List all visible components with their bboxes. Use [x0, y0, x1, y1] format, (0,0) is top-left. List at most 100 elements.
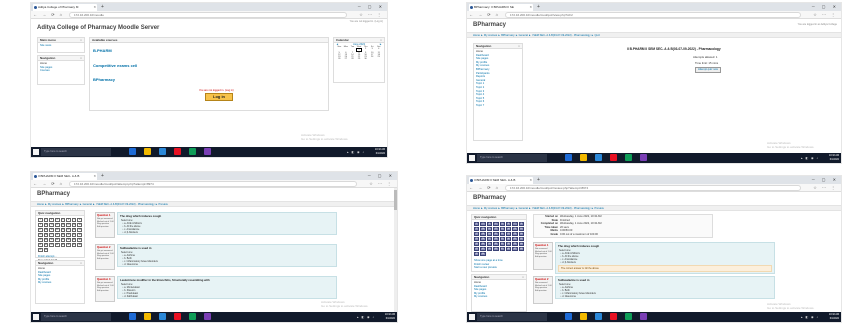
- question-nav-button[interactable]: 2: [43, 218, 49, 222]
- question-nav-button[interactable]: 30: [505, 237, 512, 241]
- question-nav-button[interactable]: 35: [49, 238, 54, 242]
- question-nav-button[interactable]: 3: [49, 218, 54, 222]
- login-status[interactable]: You are logged in as Aditya College: [798, 23, 837, 26]
- system-tray-icons[interactable]: ▴ ◧ ◉ ♪: [357, 315, 375, 319]
- question-nav-button[interactable]: 12: [54, 223, 60, 227]
- back-forward-refresh-icons[interactable]: ← → ⟳ ⌂: [469, 11, 500, 19]
- question-nav-button[interactable]: 13: [60, 223, 66, 227]
- question-nav-button[interactable]: 39: [71, 238, 77, 242]
- new-tab-icon[interactable]: +: [101, 172, 104, 180]
- taskbar-app-icon[interactable]: [204, 148, 211, 155]
- question-nav-button[interactable]: 17: [38, 228, 43, 232]
- login-status[interactable]: You are not logged in. (Log in): [350, 20, 383, 23]
- question-nav-button[interactable]: 37: [499, 242, 505, 246]
- browser-tab[interactable]: II BPHARM II SEM SEC- A & B ✕: [469, 177, 533, 184]
- question-nav-button[interactable]: 7: [71, 218, 77, 222]
- nav-item-courses[interactable]: Courses: [40, 69, 82, 73]
- question-nav-button[interactable]: 32: [77, 233, 82, 237]
- question-nav-button[interactable]: 46: [66, 243, 71, 247]
- question-nav-button[interactable]: 22: [505, 232, 512, 236]
- question-nav-button[interactable]: 8: [77, 218, 82, 222]
- taskbar-app-icon[interactable]: [159, 148, 166, 155]
- taskbar-app-icon[interactable]: [174, 313, 181, 320]
- course-link-competitive[interactable]: Competitive exams cell: [93, 63, 137, 68]
- taskbar-app-icon[interactable]: [144, 148, 151, 155]
- question-nav-button[interactable]: 14: [505, 227, 512, 231]
- question-nav-button[interactable]: 47: [512, 247, 518, 251]
- edit-question-link[interactable]: Edit question: [96, 290, 114, 293]
- question-nav-button[interactable]: 34: [480, 242, 486, 246]
- breadcrumb[interactable]: Home ► My courses ► BPharmacy ► General …: [467, 32, 841, 38]
- calendar-day[interactable]: 27: [343, 58, 350, 60]
- block-controls-icon[interactable]: ▫▫: [380, 38, 382, 42]
- block-controls-icon[interactable]: ▫▫: [80, 56, 82, 60]
- taskbar-clock[interactable]: 10:32 AM 6/1/2022: [375, 148, 385, 155]
- question-nav-button[interactable]: 35: [486, 242, 493, 246]
- taskbar-app-icon[interactable]: [580, 313, 587, 320]
- question-nav-button[interactable]: 39: [512, 242, 518, 246]
- taskbar-app-icon[interactable]: [640, 313, 647, 320]
- question-nav-button[interactable]: 40: [77, 238, 82, 242]
- taskbar-app-icon[interactable]: [189, 313, 196, 320]
- browser-tab[interactable]: BPharmacy: II BPHARM II SE ✕: [469, 4, 533, 11]
- window-controls[interactable]: ─ ▢ ✕: [358, 3, 385, 11]
- question-nav-button[interactable]: 9: [38, 223, 43, 227]
- question-nav-button[interactable]: 24: [77, 228, 82, 232]
- system-tray-icons[interactable]: ▴ ◧ ◉ ♪: [801, 315, 819, 319]
- edit-question-link[interactable]: Edit question: [96, 258, 114, 261]
- back-forward-refresh-icons[interactable]: ← → ⟳ ⌂: [33, 180, 64, 188]
- taskbar-clock[interactable]: 10:32 AM 6/1/2022: [829, 313, 839, 320]
- question-nav-button[interactable]: 11: [486, 227, 493, 231]
- taskbar-app-icon[interactable]: [159, 313, 166, 320]
- question-nav-button[interactable]: 28: [493, 237, 499, 241]
- question-nav-button[interactable]: 3: [486, 222, 493, 226]
- taskbar-app-icon[interactable]: [640, 154, 647, 161]
- question-nav-button[interactable]: 1: [38, 218, 43, 222]
- block-controls-icon[interactable]: ▫▫: [518, 44, 520, 48]
- question-nav-button[interactable]: 20: [54, 228, 60, 232]
- question-nav-button[interactable]: 4: [493, 222, 499, 226]
- block-controls-icon[interactable]: ▫▫: [80, 261, 82, 265]
- question-nav-button[interactable]: 36: [54, 238, 60, 242]
- question-nav-button[interactable]: 44: [54, 243, 60, 247]
- question-nav-button[interactable]: 48: [518, 247, 524, 251]
- new-tab-icon[interactable]: +: [537, 3, 540, 11]
- window-controls[interactable]: ─ ▢ ✕: [812, 3, 839, 11]
- toolbar-icons[interactable]: ☆ ⋯ ⋮: [813, 11, 837, 19]
- close-tab-icon[interactable]: ✕: [529, 177, 532, 184]
- window-controls[interactable]: ─ ▢ ✕: [368, 172, 395, 180]
- taskbar-app-icon[interactable]: [129, 313, 136, 320]
- question-nav-button[interactable]: 4: [54, 218, 60, 222]
- menu-item-site-news[interactable]: Site news: [40, 44, 82, 48]
- nav-item[interactable]: Topic 7: [476, 104, 520, 108]
- answer-option[interactable]: ○ d. Zafirlukast: [118, 295, 336, 298]
- question-nav-button[interactable]: 29: [60, 233, 66, 237]
- answer-option[interactable]: ○ d. β-blockers: [118, 231, 336, 234]
- back-forward-refresh-icons[interactable]: ← → ⟳ ⌂: [469, 184, 500, 192]
- taskbar-search[interactable]: Type here to search: [477, 154, 547, 162]
- question-nav-button[interactable]: 27: [49, 233, 54, 237]
- question-nav-button[interactable]: 31: [512, 237, 518, 241]
- breadcrumb[interactable]: Home ► My courses ► BPharmacy ► General …: [31, 201, 397, 207]
- system-tray-icons[interactable]: ▴ ◧ ◉ ♪: [347, 150, 365, 154]
- question-nav-button[interactable]: 36: [493, 242, 499, 246]
- question-nav-button[interactable]: 13: [499, 227, 505, 231]
- taskbar-app-icon[interactable]: [204, 313, 211, 320]
- edit-question-link[interactable]: Edit question: [534, 256, 552, 259]
- toolbar-icons[interactable]: ☆ ⋯ ⋮: [813, 184, 837, 192]
- question-nav-button[interactable]: 17: [474, 232, 480, 236]
- question-nav-button[interactable]: 43: [49, 243, 54, 247]
- question-nav-button[interactable]: 41: [38, 243, 43, 247]
- question-nav-button[interactable]: 18: [43, 228, 49, 232]
- answer-option[interactable]: ○ d. β-blockers: [556, 261, 774, 264]
- taskbar-clock[interactable]: 10:32 AM 6/1/2022: [829, 154, 839, 161]
- breadcrumb[interactable]: Home ► My courses ► BPharmacy ► General …: [467, 205, 841, 211]
- back-forward-refresh-icons[interactable]: ← → ⟳ ⌂: [33, 11, 64, 19]
- question-nav-button[interactable]: 50: [43, 248, 49, 252]
- close-tab-icon[interactable]: ✕: [93, 4, 96, 11]
- question-nav-button[interactable]: 21: [60, 228, 66, 232]
- taskbar-app-icon[interactable]: [595, 313, 602, 320]
- question-nav-button[interactable]: 49: [38, 248, 43, 252]
- edit-question-link[interactable]: Edit question: [96, 226, 114, 229]
- windows-start-icon[interactable]: [33, 314, 39, 320]
